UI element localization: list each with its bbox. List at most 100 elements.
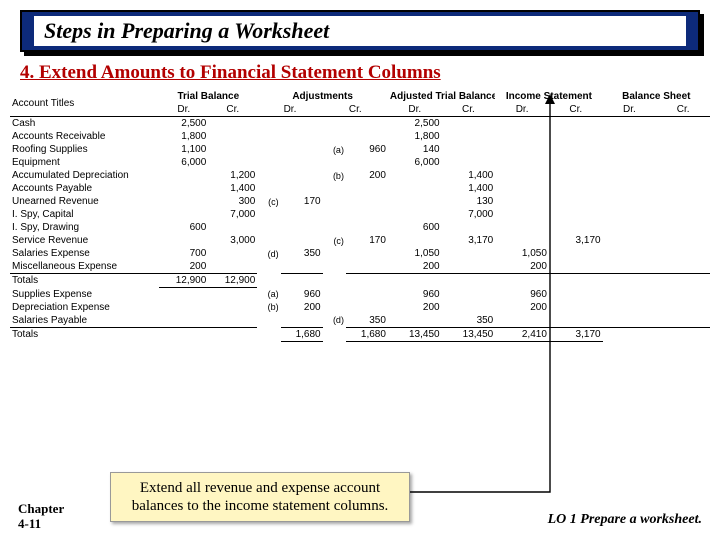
atb-dr (388, 195, 442, 208)
adj-letter (257, 208, 280, 221)
adj-dr: 350 (281, 247, 323, 260)
sub-dr: Dr. (257, 103, 322, 117)
learning-objective: LO 1 Prepare a worksheet. (548, 512, 702, 528)
adj-letter (257, 327, 280, 341)
adj-dr: 170 (281, 195, 323, 208)
bs-cr (656, 169, 710, 182)
atb-cr (442, 247, 496, 260)
is-dr: 200 (495, 301, 549, 314)
account-cell: Accounts Receivable (10, 130, 159, 143)
atb-dr: 200 (388, 260, 442, 274)
table-row: I. Spy, Capital7,0007,000 (10, 208, 710, 221)
adj-letter (257, 274, 280, 288)
adj-letter (257, 169, 280, 182)
tb-cr (208, 314, 257, 328)
bs-cr (656, 301, 710, 314)
tb-cr: 300 (208, 195, 257, 208)
account-cell: Salaries Expense (10, 247, 159, 260)
bs-cr (656, 221, 710, 234)
worksheet-table: Account Titles Trial Balance Adjustments… (10, 90, 710, 342)
table-row: Accumulated Depreciation1,200(b)2001,400 (10, 169, 710, 182)
adj-cr: 170 (346, 234, 388, 247)
adj-cr (346, 156, 388, 169)
adj-dr (281, 117, 323, 131)
atb-cr (442, 130, 496, 143)
header-trial-balance: Trial Balance (159, 90, 257, 103)
adj-letter (257, 117, 280, 131)
is-cr (549, 130, 603, 143)
tb-dr (159, 169, 208, 182)
is-cr (549, 274, 603, 288)
is-cr (549, 208, 603, 221)
is-cr: 3,170 (549, 234, 603, 247)
chapter-line-2: 4-11 (18, 516, 41, 531)
table-row: Service Revenue3,000(c)1703,1703,170 (10, 234, 710, 247)
step-heading: 4. Extend Amounts to Financial Statement… (20, 62, 700, 84)
sub-dr: Dr. (495, 103, 549, 117)
account-cell: Depreciation Expense (10, 301, 159, 314)
adj-cr (346, 274, 388, 288)
table-row: Totals12,90012,900 (10, 274, 710, 288)
tb-cr (208, 327, 257, 341)
table-row: Totals1,6801,68013,45013,4502,4103,170 (10, 327, 710, 341)
adj-cr (346, 260, 388, 274)
bs-dr (603, 208, 657, 221)
tb-dr: 2,500 (159, 117, 208, 131)
tb-dr: 1,800 (159, 130, 208, 143)
bs-dr (603, 260, 657, 274)
sub-dr: Dr. (388, 103, 442, 117)
atb-dr: 140 (388, 143, 442, 156)
table-row: Equipment6,0006,000 (10, 156, 710, 169)
atb-dr (388, 182, 442, 195)
tb-dr (159, 234, 208, 247)
atb-cr (442, 274, 496, 288)
tb-dr (159, 314, 208, 328)
is-dr (495, 195, 549, 208)
table-row: Roofing Supplies1,100(a)960140 (10, 143, 710, 156)
atb-cr: 13,450 (442, 327, 496, 341)
chapter-label: Chapter 4-11 (18, 502, 64, 532)
atb-cr (442, 117, 496, 131)
adj-letter: (d) (323, 314, 346, 328)
atb-dr: 200 (388, 301, 442, 314)
adj-letter (257, 234, 280, 247)
is-cr (549, 288, 603, 301)
is-dr (495, 169, 549, 182)
tb-cr (208, 247, 257, 260)
atb-dr: 6,000 (388, 156, 442, 169)
atb-dr: 600 (388, 221, 442, 234)
adj-dr (281, 156, 323, 169)
sub-dr: Dr. (159, 103, 208, 117)
adj-cr (346, 301, 388, 314)
atb-cr (442, 301, 496, 314)
tb-cr: 7,000 (208, 208, 257, 221)
tb-dr: 200 (159, 260, 208, 274)
atb-dr: 1,800 (388, 130, 442, 143)
table-row: Accounts Receivable1,8001,800 (10, 130, 710, 143)
atb-dr (388, 314, 442, 328)
adj-dr (281, 221, 323, 234)
header-income-statement: Income Statement (495, 90, 602, 103)
tb-cr: 12,900 (208, 274, 257, 288)
is-cr (549, 182, 603, 195)
adj-dr (281, 143, 323, 156)
is-dr: 960 (495, 288, 549, 301)
bs-dr (603, 301, 657, 314)
is-cr (549, 314, 603, 328)
slide-title: Steps in Preparing a Worksheet (34, 16, 686, 46)
adj-dr (281, 274, 323, 288)
adj-dr (281, 130, 323, 143)
account-cell: I. Spy, Capital (10, 208, 159, 221)
is-cr (549, 301, 603, 314)
is-dr (495, 143, 549, 156)
is-dr: 200 (495, 260, 549, 274)
bs-cr (656, 234, 710, 247)
adj-letter (323, 274, 346, 288)
adj-letter (257, 260, 280, 274)
atb-cr (442, 288, 496, 301)
tb-cr: 1,200 (208, 169, 257, 182)
is-dr (495, 130, 549, 143)
bs-cr (656, 130, 710, 143)
bs-dr (603, 247, 657, 260)
adj-cr: 960 (346, 143, 388, 156)
